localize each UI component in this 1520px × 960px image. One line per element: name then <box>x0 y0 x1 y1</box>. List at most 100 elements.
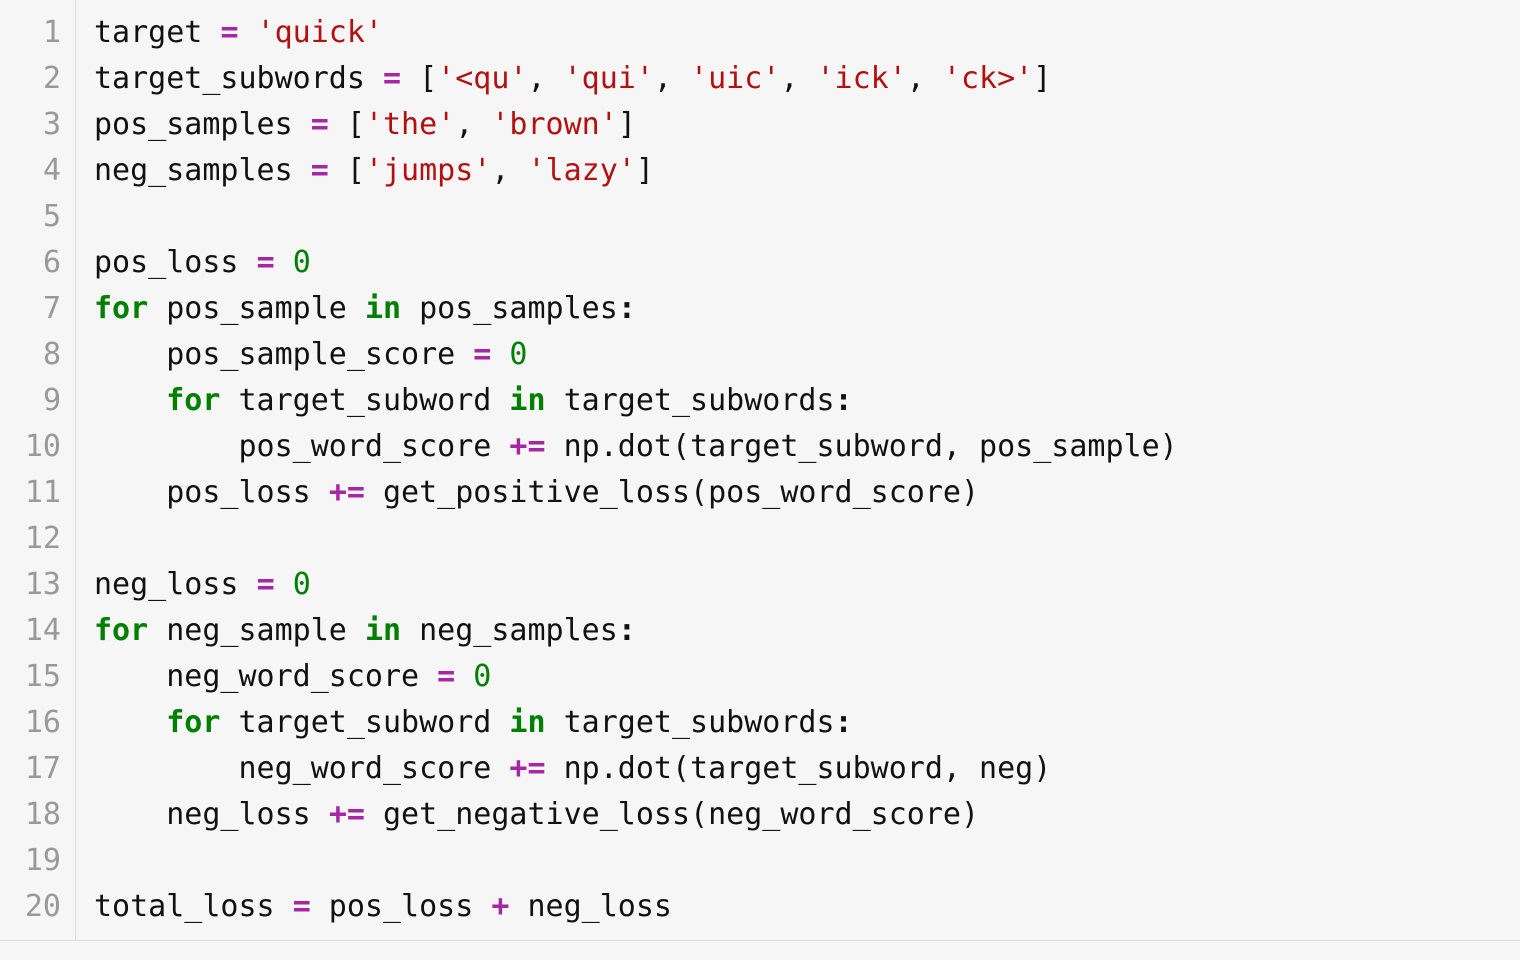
line-number: 1 <box>0 10 61 56</box>
code-token: 'quick' <box>257 15 383 50</box>
code-token: target_subword <box>220 383 509 418</box>
line-number: 3 <box>0 102 61 148</box>
code-token: 'brown' <box>491 107 617 142</box>
code-token: neg_word_score <box>94 659 437 694</box>
code-token: dot(target_subword, neg) <box>618 751 1051 786</box>
code-token: 'the' <box>365 107 455 142</box>
code-line: target = 'quick' <box>94 10 1520 56</box>
code-token: += <box>329 475 365 510</box>
code-token: pos_samples <box>94 107 311 142</box>
code-token: = <box>311 107 329 142</box>
code-token: pos_samples <box>401 291 618 326</box>
code-token: neg_loss <box>94 797 329 832</box>
code-line: pos_samples = ['the', 'brown'] <box>94 102 1520 148</box>
code-line <box>94 516 1520 562</box>
code-token: in <box>365 613 401 648</box>
code-block: 1234567891011121314151617181920 target =… <box>0 0 1520 941</box>
code-token: np <box>546 429 600 464</box>
code-token: neg_samples <box>94 153 311 188</box>
code-token: [ <box>329 107 365 142</box>
line-number: 6 <box>0 240 61 286</box>
code-line: pos_word_score += np.dot(target_subword,… <box>94 424 1520 470</box>
code-token: pos_loss <box>94 245 257 280</box>
code-token: target_subword <box>220 705 509 740</box>
code-token: pos_loss <box>311 889 492 924</box>
code-token: , <box>654 61 690 96</box>
code-token: neg_word_score <box>94 751 509 786</box>
code-line: neg_loss += get_negative_loss(neg_word_s… <box>94 792 1520 838</box>
line-number: 19 <box>0 838 61 884</box>
line-number: 12 <box>0 516 61 562</box>
code-line: pos_loss += get_positive_loss(pos_word_s… <box>94 470 1520 516</box>
code-token: , <box>907 61 943 96</box>
line-number: 7 <box>0 286 61 332</box>
code-token: for <box>94 291 148 326</box>
code-token: target_subwords <box>546 383 835 418</box>
code-token: 'uic' <box>690 61 780 96</box>
code-token: target <box>94 15 220 50</box>
line-number: 17 <box>0 746 61 792</box>
code-token: [ <box>401 61 437 96</box>
code-line <box>94 838 1520 884</box>
code-line: for target_subword in target_subwords: <box>94 700 1520 746</box>
code-token: get_positive_loss(pos_word_score) <box>365 475 979 510</box>
code-token: 0 <box>473 659 491 694</box>
code-token: neg_loss <box>94 567 257 602</box>
code-token: in <box>509 705 545 740</box>
code-token: = <box>437 659 455 694</box>
code-line: pos_sample_score = 0 <box>94 332 1520 378</box>
code-token: 'qui' <box>564 61 654 96</box>
code-token: ] <box>618 107 636 142</box>
code-token: 'lazy' <box>528 153 636 188</box>
code-token: = <box>311 153 329 188</box>
code-token: pos_word_score <box>94 429 509 464</box>
code-token: = <box>220 15 238 50</box>
code-token: for <box>166 705 220 740</box>
code-line: pos_loss = 0 <box>94 240 1520 286</box>
code-token: 'jumps' <box>365 153 491 188</box>
line-number: 15 <box>0 654 61 700</box>
code-line: for pos_sample in pos_samples: <box>94 286 1520 332</box>
line-number: 16 <box>0 700 61 746</box>
code-token <box>239 15 257 50</box>
code-token: 0 <box>293 245 311 280</box>
code-token: ] <box>1033 61 1051 96</box>
code-token: pos_loss <box>94 475 329 510</box>
line-number: 18 <box>0 792 61 838</box>
code-token: += <box>329 797 365 832</box>
code-token: ] <box>636 153 654 188</box>
line-number-gutter: 1234567891011121314151617181920 <box>0 0 76 940</box>
code-token: + <box>491 889 509 924</box>
code-line: neg_samples = ['jumps', 'lazy'] <box>94 148 1520 194</box>
code-token: np <box>546 751 600 786</box>
code-token: 'ck>' <box>943 61 1033 96</box>
code-token: 0 <box>509 337 527 372</box>
code-token <box>491 337 509 372</box>
line-number: 8 <box>0 332 61 378</box>
code-line: target_subwords = ['<qu', 'qui', 'uic', … <box>94 56 1520 102</box>
code-token <box>275 567 293 602</box>
code-token: neg_loss <box>509 889 672 924</box>
code-token <box>455 659 473 694</box>
code-token: : <box>618 613 636 648</box>
code-token: target_subwords <box>546 705 835 740</box>
code-token: for <box>166 383 220 418</box>
code-token: = <box>473 337 491 372</box>
line-number: 4 <box>0 148 61 194</box>
line-number: 11 <box>0 470 61 516</box>
code-token: : <box>835 383 853 418</box>
code-token <box>94 705 166 740</box>
line-number: 2 <box>0 56 61 102</box>
code-token: = <box>257 245 275 280</box>
code-token <box>275 245 293 280</box>
line-number: 13 <box>0 562 61 608</box>
code-token: . <box>600 429 618 464</box>
code-token: 0 <box>293 567 311 602</box>
code-token: : <box>835 705 853 740</box>
code-token: 'ick' <box>816 61 906 96</box>
code-line: neg_word_score = 0 <box>94 654 1520 700</box>
line-number: 14 <box>0 608 61 654</box>
code-line: for neg_sample in neg_samples: <box>94 608 1520 654</box>
code-token: '<qu' <box>437 61 527 96</box>
code-token: += <box>509 429 545 464</box>
